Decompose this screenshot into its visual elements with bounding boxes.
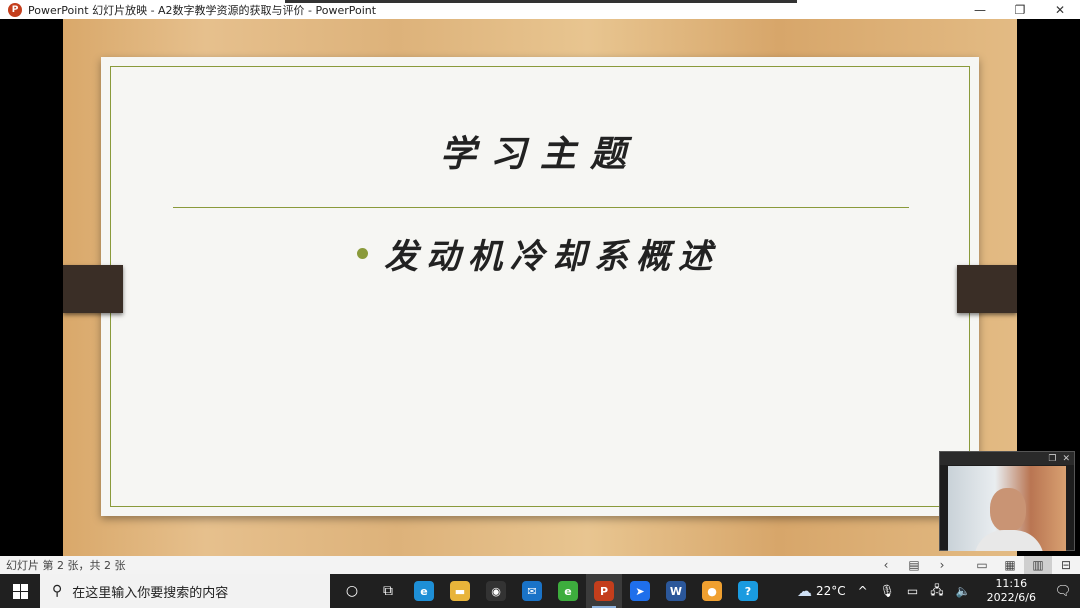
slide-menu-button[interactable]: ▤ [900, 556, 928, 574]
webcam-video [948, 466, 1066, 551]
previous-slide-button[interactable]: ‹ [872, 556, 900, 574]
right-binder-clip [957, 265, 1017, 313]
clock[interactable]: 11:16 2022/6/6 [977, 577, 1046, 605]
github-icon: ◉ [486, 581, 506, 601]
taskbar-app-recorder[interactable]: ● [694, 574, 730, 608]
taskbar-app-edge[interactable]: e [406, 574, 442, 608]
edge-icon: e [414, 581, 434, 601]
search-icon: ⚲ [52, 583, 63, 599]
search-placeholder: 在这里输入你要搜索的内容 [72, 585, 229, 601]
start-button[interactable] [0, 574, 40, 608]
clock-date: 2022/6/6 [986, 591, 1036, 604]
bullet-text: 发动机冷却系概述 [384, 237, 720, 277]
presenter-head [990, 488, 1026, 532]
feishu-icon: ➤ [630, 581, 650, 601]
browser-360-icon: e [558, 581, 578, 601]
recorder-icon: ● [702, 581, 722, 601]
webcam-title-bar: ❐ ✕ [940, 452, 1074, 465]
left-binder-clip [63, 265, 123, 313]
help-icon: ? [738, 581, 758, 601]
title-divider [173, 207, 909, 208]
webcam-window[interactable]: ❐ ✕ [939, 451, 1075, 551]
weather-temperature: 22°C [815, 584, 846, 598]
webcam-close-icon[interactable]: ✕ [1062, 454, 1070, 464]
taskbar-search-box[interactable]: ⚲ 在这里输入你要搜索的内容 [40, 574, 330, 608]
show-hidden-icons-button[interactable]: ^ [852, 584, 874, 598]
windows-taskbar: ⚲ 在这里输入你要搜索的内容 ○ ⧉ e ▬ ◉ ✉ e P ➤ W ●? ☁ 22°C ^ 🎙… [0, 574, 1080, 608]
webcam-restore-icon[interactable]: ❐ [1048, 454, 1056, 464]
bullet-dot-icon [357, 248, 368, 259]
cloud-icon: ☁ [796, 582, 812, 600]
slide-counter: 幻灯片 第 2 张，共 2 张 [6, 559, 126, 572]
normal-view-button[interactable]: ▭ [968, 556, 996, 574]
cortana-button[interactable]: ○ [334, 574, 370, 608]
slideshow-area[interactable]: 学习主题 发动机冷却系概述 [0, 19, 1080, 556]
taskbar-app-feishu[interactable]: ➤ [622, 574, 658, 608]
reading-view-button[interactable]: ▥ [1024, 556, 1052, 574]
slide-sorter-button[interactable]: ▦ [996, 556, 1024, 574]
clock-time: 11:16 [995, 577, 1028, 590]
taskbar-app-word[interactable]: W [658, 574, 694, 608]
slideshow-status-bar: 幻灯片 第 2 张，共 2 张 ‹ ▤ › ▭ ▦ ▥ ⊟ [0, 556, 1080, 574]
minimize-button[interactable]: — [960, 0, 1000, 19]
taskbar-app-help[interactable]: ? [730, 574, 766, 608]
windows-logo-icon [12, 583, 28, 599]
restore-button[interactable]: ❐ [1000, 0, 1040, 19]
microphone-icon[interactable]: 🎙 [874, 584, 901, 598]
taskbar-app-browser-360[interactable]: e [550, 574, 586, 608]
bullet-item: 发动机冷却系概述 [357, 229, 720, 278]
task-view-button[interactable]: ⧉ [370, 574, 406, 608]
slide[interactable]: 学习主题 发动机冷却系概述 [63, 19, 1017, 556]
window-title: PowerPoint 幻灯片放映 - A2数字教学资源的获取与评价 - Powe… [28, 3, 377, 17]
notification-center-icon[interactable]: 🗨 [1046, 574, 1080, 608]
taskbar-app-mail[interactable]: ✉ [514, 574, 550, 608]
powerpoint-icon: P [594, 581, 614, 601]
system-tray: ☁ 22°C ^ 🎙 ▭ 🖧 🔈 11:16 2022/6/6 🗨 [791, 574, 1080, 608]
top-progress-line [285, 0, 797, 3]
slideshow-view-button[interactable]: ⊟ [1052, 556, 1080, 574]
battery-icon[interactable]: ▭ [901, 584, 924, 598]
presenter-body [974, 530, 1044, 551]
taskbar-app-powerpoint[interactable]: P [586, 574, 622, 608]
pinned-apps: e ▬ ◉ ✉ e P ➤ W ●? [406, 574, 766, 608]
taskbar-app-file-explorer[interactable]: ▬ [442, 574, 478, 608]
taskbar-app-github[interactable]: ◉ [478, 574, 514, 608]
network-icon[interactable]: 🖧 [924, 581, 949, 602]
close-button[interactable]: ✕ [1040, 0, 1080, 19]
weather-widget[interactable]: ☁ 22°C [791, 582, 852, 600]
mail-icon: ✉ [522, 581, 542, 601]
volume-icon[interactable]: 🔈 [950, 584, 977, 598]
file-explorer-icon: ▬ [450, 581, 470, 601]
word-icon: W [666, 581, 686, 601]
slide-title: 学习主题 [439, 133, 640, 175]
next-slide-button[interactable]: › [928, 556, 956, 574]
powerpoint-app-icon: P [8, 2, 22, 17]
